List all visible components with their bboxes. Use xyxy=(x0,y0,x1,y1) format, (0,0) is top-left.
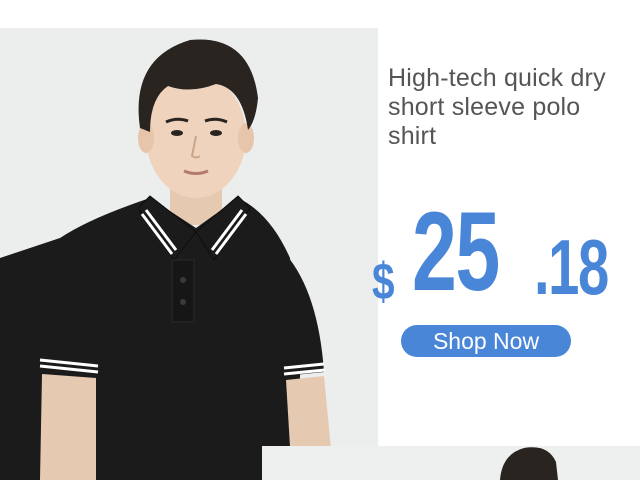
product-banner: High-tech quick dry short sleeve polo sh… xyxy=(0,0,640,480)
price-whole: 25 xyxy=(412,189,500,314)
price-currency: $ xyxy=(372,253,395,311)
product-photo[interactable] xyxy=(0,28,378,480)
next-product-illustration xyxy=(262,446,640,480)
price-cents: .18 xyxy=(534,223,609,311)
model-illustration xyxy=(0,28,378,480)
shop-now-button[interactable]: Shop Now xyxy=(401,325,571,357)
next-product-photo[interactable] xyxy=(262,446,640,480)
product-title: High-tech quick dry short sleeve polo sh… xyxy=(388,64,606,150)
